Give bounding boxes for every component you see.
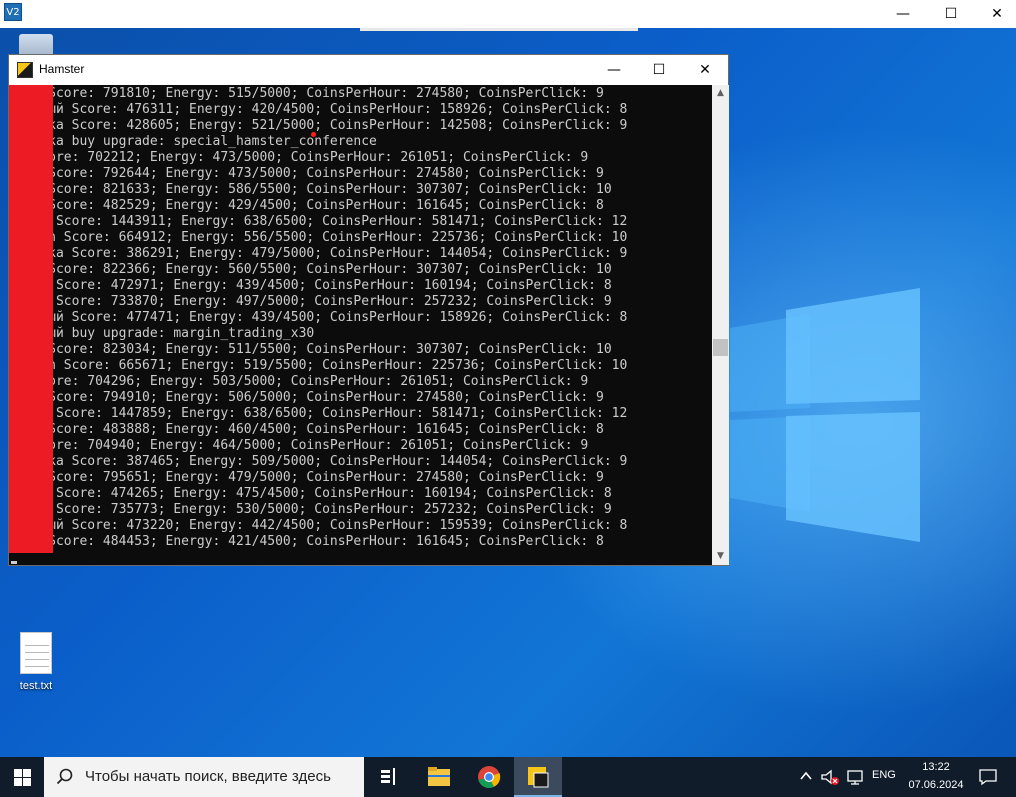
- console-line: ach Score: 665671; Energy: 519/5500; Coi…: [9, 358, 628, 373]
- console-line: нный buy upgrade: margin_trading_x30: [9, 326, 315, 341]
- file-explorer-button[interactable]: [415, 757, 463, 797]
- console-line: о4ка Score: 428605; Energy: 521/5000; Co…: [9, 118, 628, 133]
- console-line: Score: 702212; Energy: 473/5000; CoinsPe…: [9, 150, 589, 165]
- chrome-button[interactable]: [465, 757, 513, 797]
- console-line: d Score: 795651; Energy: 479/5000; Coins…: [9, 470, 604, 485]
- red-marker-dot: [311, 132, 316, 137]
- console-line: нный Score: 473220; Energy: 442/4500; Co…: [9, 518, 628, 533]
- console-line: нный Score: 477471; Energy: 439/4500; Co…: [9, 310, 628, 325]
- chevron-up-icon[interactable]: [799, 769, 813, 783]
- console-line: о4ка buy upgrade: special_hamster_confer…: [9, 134, 377, 149]
- outer-minimize-button[interactable]: —: [880, 0, 926, 28]
- hamster-console-window[interactable]: Hamster — ☐ ✕ d Score: 791810; Energy: 5…: [8, 54, 729, 566]
- search-placeholder: Чтобы начать поиск, введите здесь: [85, 768, 331, 785]
- clock-date[interactable]: 07.06.2024: [904, 779, 968, 791]
- start-logo-tile: [14, 778, 22, 786]
- scroll-up-arrow-icon[interactable]: ▲: [712, 85, 729, 102]
- minimize-button[interactable]: —: [591, 55, 637, 85]
- console-line: Score: 704296; Energy: 503/5000; CoinsPe…: [9, 374, 589, 389]
- folder-icon: [428, 767, 450, 786]
- network-icon[interactable]: [846, 768, 866, 786]
- console-line: м Score: 484453; Energy: 421/4500; Coins…: [9, 534, 604, 549]
- console-line: d Score: 794910; Energy: 506/5000; Coins…: [9, 390, 604, 405]
- hamster-titlebar[interactable]: Hamster — ☐ ✕: [9, 55, 728, 85]
- console-line: s Score: 822366; Energy: 560/5500; Coins…: [9, 262, 612, 277]
- redaction-bar: [9, 85, 53, 553]
- hamster-app-icon: [17, 62, 33, 78]
- start-logo-tile: [23, 769, 31, 777]
- task-view-button[interactable]: [365, 757, 413, 797]
- console-line: ка Score: 1447859; Energy: 638/6500; Coi…: [9, 406, 628, 421]
- console-line: м Score: 483888; Energy: 460/4500; Coins…: [9, 422, 604, 437]
- console-line: м Score: 482529; Energy: 429/4500; Coins…: [9, 198, 604, 213]
- clock-time[interactable]: 13:22: [908, 761, 964, 773]
- console-line: ой Score: 733870; Energy: 497/5000; Coin…: [9, 294, 612, 309]
- start-button[interactable]: [0, 757, 44, 797]
- language-indicator[interactable]: ENG: [872, 769, 896, 781]
- search-icon: [56, 768, 73, 785]
- taskbar: Чтобы начать поиск, введите здесь ENG 13…: [0, 757, 1016, 797]
- desktop-icon-test-txt[interactable]: test.txt: [10, 632, 62, 692]
- console-line: ой Score: 735773; Energy: 530/5000; Coin…: [9, 502, 612, 517]
- console-line: d Score: 791810; Energy: 515/5000; Coins…: [9, 86, 604, 101]
- maximize-button[interactable]: ☐: [636, 55, 682, 85]
- console-line: о4ка Score: 386291; Energy: 479/5000; Co…: [9, 246, 628, 261]
- hamster-taskbar-button[interactable]: [514, 757, 562, 797]
- console-line: нный Score: 476311; Energy: 420/4500; Co…: [9, 102, 628, 117]
- scrollbar-thumb[interactable]: [713, 339, 728, 356]
- notification-center-icon[interactable]: [978, 768, 998, 786]
- console-line: s Score: 823034; Energy: 511/5500; Coins…: [9, 342, 612, 357]
- text-file-icon: [20, 632, 52, 674]
- hamster-app-icon: [528, 767, 549, 788]
- outer-maximize-button[interactable]: ☐: [928, 0, 974, 28]
- scroll-down-arrow-icon[interactable]: ▼: [712, 548, 729, 565]
- console-scrollbar[interactable]: ▲ ▼: [712, 85, 729, 565]
- outer-close-button[interactable]: ✕: [974, 0, 1016, 28]
- volume-muted-icon[interactable]: [820, 768, 840, 786]
- start-logo-tile: [14, 769, 22, 777]
- console-line: s Score: 821633; Energy: 586/5500; Coins…: [9, 182, 612, 197]
- chrome-icon: [478, 766, 501, 788]
- outer-titlebar-strip: [360, 28, 638, 31]
- console-cursor: [11, 561, 17, 564]
- desktop: V2 — ☐ ✕ test.txt Hamster — ☐ ✕ d Score:…: [0, 0, 1016, 757]
- console-output[interactable]: d Score: 791810; Energy: 515/5000; Coins…: [9, 85, 712, 565]
- console-line: ach Score: 664912; Energy: 556/5500; Coi…: [9, 230, 628, 245]
- hamster-window-title: Hamster: [39, 62, 85, 76]
- close-button[interactable]: ✕: [682, 55, 728, 85]
- taskbar-search-box[interactable]: Чтобы начать поиск, введите здесь: [44, 757, 364, 797]
- vm-app-icon: V2: [4, 3, 22, 21]
- outer-window-titlebar: V2 — ☐ ✕: [0, 0, 1016, 28]
- console-line: d Score: 792644; Energy: 473/5000; Coins…: [9, 166, 604, 181]
- console-line: ка Score: 472971; Energy: 439/4500; Coin…: [9, 278, 612, 293]
- desktop-icon-label: test.txt: [19, 680, 53, 692]
- console-line: ка Score: 474265; Energy: 475/4500; Coin…: [9, 486, 612, 501]
- console-line: ка Score: 1443911; Energy: 638/6500; Coi…: [9, 214, 628, 229]
- start-logo-tile: [23, 778, 31, 786]
- task-view-icon: [381, 768, 395, 785]
- windows-logo-wallpaper: [730, 288, 920, 542]
- console-line: Score: 704940; Energy: 464/5000; CoinsPe…: [9, 438, 589, 453]
- console-line: о4ка Score: 387465; Energy: 509/5000; Co…: [9, 454, 628, 469]
